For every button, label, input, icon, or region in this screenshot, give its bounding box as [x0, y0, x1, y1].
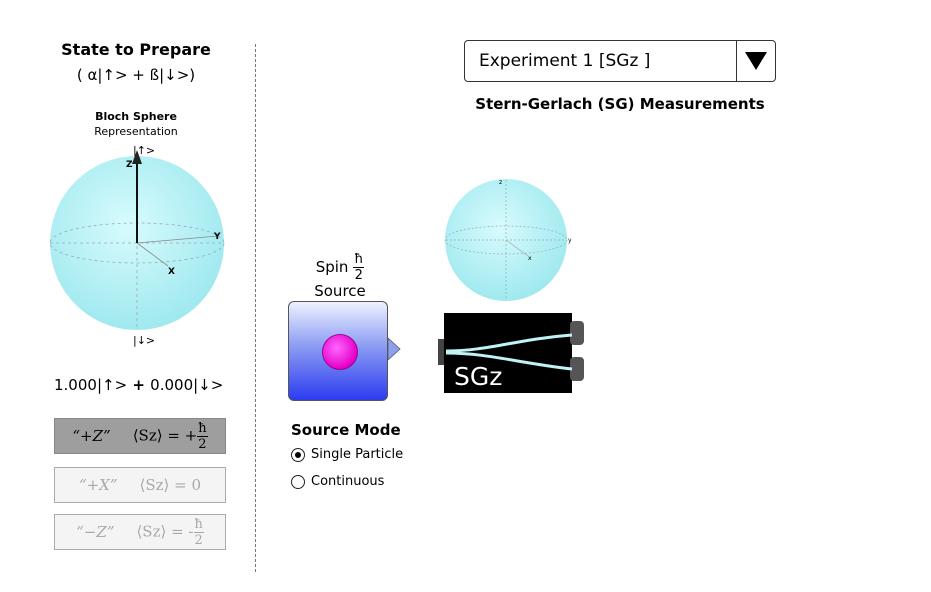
preset-expectation: ⟨Sz⟩ = -ħ2 [136, 516, 204, 548]
mode-continuous-radio[interactable]: Continuous [291, 474, 384, 489]
preset-expectation: ⟨Sz⟩ = 0 [139, 476, 202, 494]
triangle-down-icon [745, 52, 767, 70]
spin-source-label: Spin ħ2 Source [314, 252, 366, 300]
sg-bloch-sphere: z y x [444, 179, 572, 301]
bloch-sphere: |↑> Z Y X |↓> [49, 144, 225, 347]
preset-plus-x-button[interactable]: “+X” ⟨Sz⟩ = 0 [54, 467, 226, 503]
state-formula: ( α|↑> + ß|↓>) [76, 66, 196, 84]
down-ket-label: |↓> [133, 334, 155, 347]
sg-x-label: x [528, 255, 532, 262]
sg-magnet[interactable]: SGz [438, 313, 588, 397]
y-axis-label: Y [213, 232, 221, 242]
plus-sign: + [127, 376, 151, 394]
particle-icon [322, 334, 358, 370]
experiment-dropdown[interactable]: Experiment 1 [SGz ] [464, 40, 776, 82]
sg-z-label: z [499, 179, 502, 186]
up-ket: |↑> [96, 376, 128, 394]
radio-label: Single Particle [311, 447, 404, 462]
preset-name: “+X” [78, 476, 118, 494]
source-nozzle [388, 337, 401, 361]
beta-value: 0.000 [150, 376, 194, 394]
preset-expectation: ⟨Sz⟩ = + ħ 2 [132, 420, 208, 452]
alpha-value: 1.000 [54, 376, 97, 394]
experiment-selected-value: Experiment 1 [SGz ] [479, 51, 651, 71]
state-readout: 1.000|↑> + 0.000|↓> [54, 376, 229, 394]
bloch-subtitle: Representation [94, 125, 178, 138]
panel-divider [255, 44, 256, 572]
preset-minus-z-button[interactable]: “−Z” ⟨Sz⟩ = -ħ2 [54, 514, 226, 550]
sg-y-label: y [568, 237, 572, 244]
mode-single-particle-radio[interactable]: Single Particle [291, 447, 403, 462]
radio-unselected-icon [291, 474, 305, 489]
dropdown-toggle[interactable] [736, 41, 775, 81]
source-mode-title: Source Mode [291, 421, 401, 439]
magnet-label: SGz [454, 362, 502, 391]
radio-selected-icon [291, 447, 305, 462]
z-axis-label: Z [126, 160, 133, 170]
prep-title: State to Prepare [61, 40, 211, 59]
down-ket: |↓> [193, 376, 224, 394]
x-axis-label: X [168, 267, 175, 277]
preset-name: “+Z” [72, 427, 111, 445]
radio-label: Continuous [311, 474, 385, 489]
preset-name: “−Z” [76, 523, 115, 541]
preset-plus-z-button[interactable]: “+Z” ⟨Sz⟩ = + ħ 2 [54, 418, 226, 454]
section-title: Stern-Gerlach (SG) Measurements [475, 95, 765, 113]
bloch-title: Bloch Sphere [95, 110, 177, 123]
